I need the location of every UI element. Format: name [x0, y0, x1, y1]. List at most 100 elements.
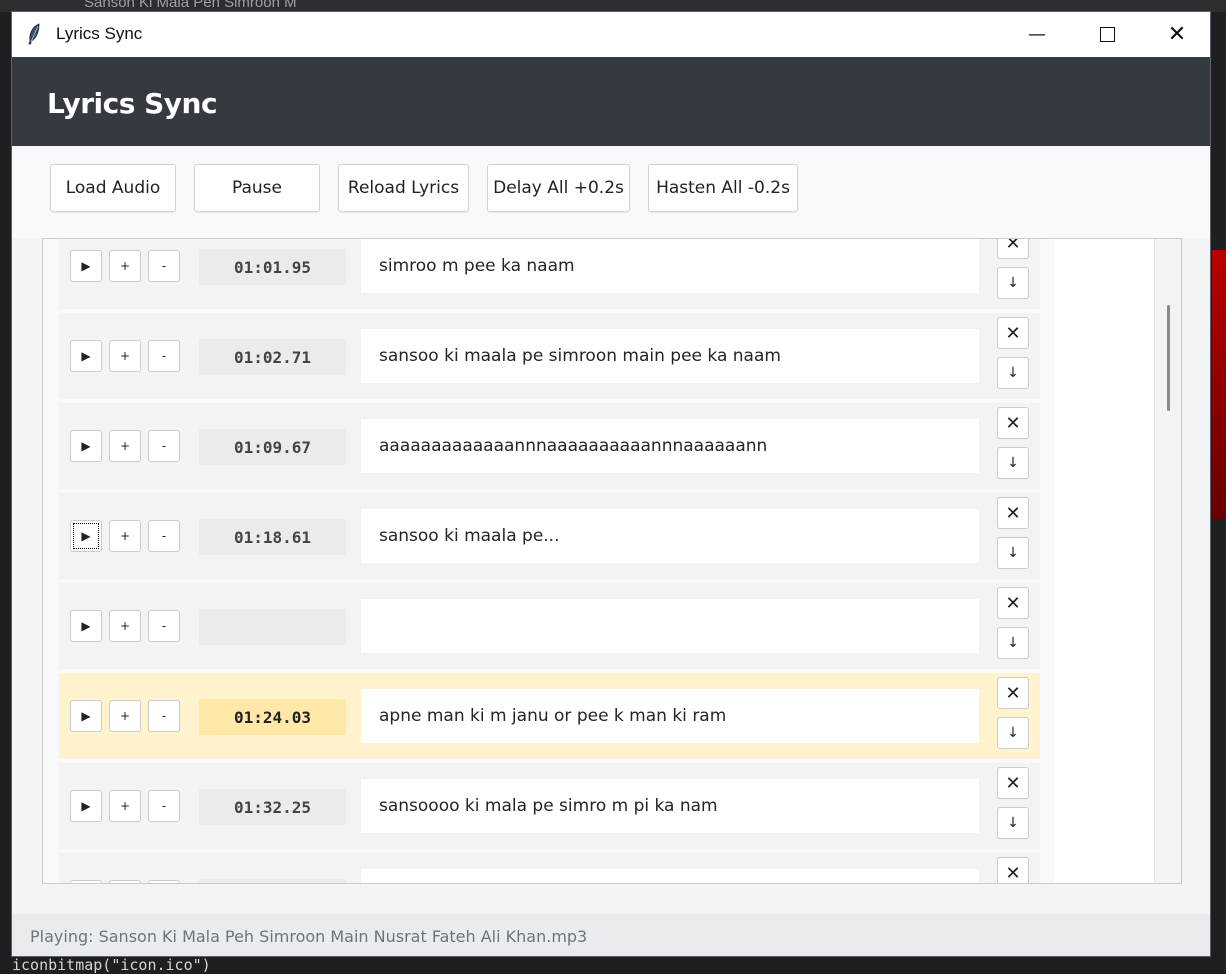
lyric-text-field[interactable] [361, 599, 979, 653]
delete-line-button[interactable]: ✕ [997, 677, 1029, 709]
background-tab-title: Sanson Ki Mala Peh Simroon M [84, 0, 297, 11]
delete-line-button[interactable]: ✕ [997, 857, 1029, 883]
delete-line-button[interactable]: ✕ [997, 497, 1029, 529]
arrow-down-icon: ↓ [1007, 815, 1019, 831]
play-line-button[interactable]: ▶ [70, 430, 102, 462]
move-down-button[interactable]: ↓ [997, 627, 1029, 659]
move-down-button[interactable]: ↓ [997, 717, 1029, 749]
arrow-down-icon: ↓ [1007, 365, 1019, 381]
arrow-down-icon: ↓ [1007, 275, 1019, 291]
background-red-panel [1212, 250, 1226, 520]
delete-line-button[interactable]: ✕ [997, 407, 1029, 439]
pause-button[interactable]: Pause [194, 164, 320, 212]
close-window-button[interactable]: ✕ [1142, 12, 1210, 57]
move-down-button[interactable]: ↓ [997, 447, 1029, 479]
play-line-button[interactable]: ▶ [70, 700, 102, 732]
arrow-down-icon: ↓ [1007, 725, 1019, 741]
lyrics-list-frame: ▶ + - 01:01.95 simroo m pee ka naam ✕ ↓ … [42, 238, 1182, 884]
lyric-text-field[interactable]: aaaaaaaaaaaaannnaaaaaaaaaannnaaaaaann [361, 419, 979, 473]
timestamp-field[interactable]: 01:18.61 [199, 519, 346, 555]
close-icon: ✕ [1005, 772, 1021, 794]
timestamp-field[interactable]: 01:32.25 [199, 789, 346, 825]
play-line-button[interactable]: ▶ [70, 250, 102, 282]
play-icon: ▶ [81, 439, 91, 453]
decrease-time-button[interactable]: - [148, 700, 180, 732]
lyric-text-field[interactable]: apne man ki m janu or pee k man ki ram [361, 689, 979, 743]
app-header: Lyrics Sync [12, 57, 1210, 146]
move-down-button[interactable]: ↓ [997, 357, 1029, 389]
play-line-button[interactable]: ▶ [70, 520, 102, 552]
reload-lyrics-button[interactable]: Reload Lyrics [338, 164, 469, 212]
increase-time-button[interactable]: + [109, 250, 141, 282]
decrease-time-button[interactable]: - [148, 790, 180, 822]
lyric-text-field[interactable]: simroo m pee ka naam [361, 239, 979, 293]
timestamp-field[interactable] [199, 609, 346, 645]
move-down-button[interactable]: ↓ [997, 807, 1029, 839]
increase-time-button[interactable]: + [109, 520, 141, 552]
play-icon: ▶ [81, 259, 91, 273]
lyric-row: ▶ + - 01:32.25 sansoooo ki mala pe simro… [59, 763, 1040, 849]
app-window: Lyrics Sync — ✕ Lyrics Sync Load Audio P… [11, 11, 1211, 957]
timestamp-field[interactable]: 01:01.95 [199, 249, 346, 285]
play-line-button[interactable]: ▶ [70, 340, 102, 372]
increase-time-button[interactable]: + [109, 700, 141, 732]
increase-time-button[interactable]: + [109, 790, 141, 822]
decrease-time-button[interactable]: - [148, 610, 180, 642]
increase-time-button[interactable]: + [109, 610, 141, 642]
play-line-button[interactable]: ▶ [70, 880, 102, 883]
arrow-down-icon: ↓ [1007, 635, 1019, 651]
lyric-text-field[interactable]: sansoooo ki mala pe simro m pi ka nam [361, 779, 979, 833]
timestamp-field[interactable]: 01:09.67 [199, 429, 346, 465]
toolbar: Load Audio Pause Reload Lyrics Delay All… [12, 146, 1210, 238]
lyric-row-active: ▶ + - 01:24.03 apne man ki m janu or pee… [59, 673, 1040, 759]
decrease-time-button[interactable]: - [148, 250, 180, 282]
decrease-time-button[interactable]: - [148, 880, 180, 883]
maximize-button[interactable] [1072, 12, 1142, 57]
close-icon: ✕ [1005, 502, 1021, 524]
lyric-text-field[interactable]: sansoo ki maala pe... [361, 509, 979, 563]
play-line-button[interactable]: ▶ [70, 610, 102, 642]
lyric-text-field[interactable] [361, 869, 979, 883]
lyric-row: ▶ + - 01:18.61 sansoo ki maala pe... ✕ ↓ [59, 493, 1040, 579]
list-blank-area [1054, 239, 1154, 883]
delete-line-button[interactable]: ✕ [997, 239, 1029, 259]
increase-time-button[interactable]: + [109, 340, 141, 372]
close-icon: ✕ [1005, 322, 1021, 344]
timestamp-field[interactable] [199, 879, 346, 883]
minimize-button[interactable]: — [1002, 12, 1072, 57]
decrease-time-button[interactable]: - [148, 520, 180, 552]
title-bar: Lyrics Sync — ✕ [12, 12, 1210, 57]
window-title: Lyrics Sync [56, 24, 143, 43]
feather-app-icon [28, 23, 40, 45]
lyrics-list: ▶ + - 01:01.95 simroo m pee ka naam ✕ ↓ … [43, 239, 1054, 883]
timestamp-field[interactable]: 01:02.71 [199, 339, 346, 375]
lyric-row: ▶ + - ✕ ↓ [59, 583, 1040, 669]
close-icon: ✕ [1005, 862, 1021, 884]
lyric-row: ▶ + - 01:01.95 simroo m pee ka naam ✕ ↓ [59, 239, 1040, 309]
arrow-down-icon: ↓ [1007, 545, 1019, 561]
close-icon: ✕ [1005, 239, 1021, 254]
delete-line-button[interactable]: ✕ [997, 317, 1029, 349]
lyric-row: ▶ + - ✕ ↓ [59, 853, 1040, 883]
maximize-icon [1099, 27, 1115, 42]
decrease-time-button[interactable]: - [148, 430, 180, 462]
move-down-button[interactable]: ↓ [997, 537, 1029, 569]
load-audio-button[interactable]: Load Audio [50, 164, 176, 212]
delete-line-button[interactable]: ✕ [997, 587, 1029, 619]
play-line-button[interactable]: ▶ [70, 790, 102, 822]
scrollbar[interactable] [1154, 239, 1181, 883]
lyric-text-field[interactable]: sansoo ki maala pe simroon main pee ka n… [361, 329, 979, 383]
scrollbar-thumb[interactable] [1167, 305, 1170, 411]
increase-time-button[interactable]: + [109, 430, 141, 462]
decrease-time-button[interactable]: - [148, 340, 180, 372]
lyric-row: ▶ + - 01:09.67 aaaaaaaaaaaaannnaaaaaaaaa… [59, 403, 1040, 489]
delete-line-button[interactable]: ✕ [997, 767, 1029, 799]
minimize-icon: — [1028, 24, 1046, 45]
move-down-button[interactable]: ↓ [997, 267, 1029, 299]
close-icon: ✕ [1005, 412, 1021, 434]
timestamp-field[interactable]: 01:24.03 [199, 699, 346, 735]
delay-all-button[interactable]: Delay All +0.2s [487, 164, 630, 212]
hasten-all-button[interactable]: Hasten All -0.2s [648, 164, 798, 212]
close-icon: ✕ [1167, 22, 1187, 47]
increase-time-button[interactable]: + [109, 880, 141, 883]
